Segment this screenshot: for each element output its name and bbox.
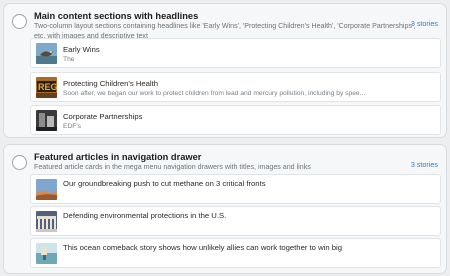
regulation-sign-photo-icon: REG (36, 77, 57, 98)
section-card-featured-articles[interactable]: Featured articles in navigation drawer F… (3, 144, 447, 274)
story-title: Protecting Children's Health (63, 79, 159, 88)
section-title: Main content sections with headlines (34, 11, 199, 21)
story-item[interactable]: REG Protecting Children's Health Soon af… (30, 72, 441, 102)
section-card-main-content[interactable]: Main content sections with headlines Two… (3, 3, 447, 138)
story-count-badge[interactable]: 3 stories (411, 19, 438, 28)
section-title: Featured articles in navigation drawer (34, 152, 202, 162)
section-select-radio[interactable] (12, 14, 27, 29)
story-item[interactable]: This ocean comeback story shows how unli… (30, 238, 441, 268)
story-subtitle: EDF's (63, 123, 81, 130)
section-select-radio[interactable] (12, 155, 27, 170)
ocean-photo-icon (36, 243, 57, 264)
capitol-photo-icon (36, 211, 57, 232)
story-title: Defending environmental protections in t… (63, 211, 227, 220)
story-title: Our groundbreaking push to cut methane o… (63, 179, 266, 188)
building-photo-icon (36, 110, 57, 131)
story-subtitle: Soon after, we began our work to protect… (63, 90, 366, 97)
story-item[interactable]: Corporate Partnerships EDF's (30, 105, 441, 135)
sky-photo-icon (36, 179, 57, 200)
section-description: Featured article cards in the mega menu … (34, 163, 311, 171)
story-title: Early Wins (63, 45, 100, 54)
story-count-badge[interactable]: 3 stories (411, 160, 438, 169)
story-title: This ocean comeback story shows how unli… (63, 243, 343, 252)
story-item[interactable]: Early Wins The (30, 38, 441, 68)
story-item[interactable]: Our groundbreaking push to cut methane o… (30, 174, 441, 204)
svg-text:REG: REG (38, 82, 57, 92)
bird-photo-icon (36, 43, 57, 64)
story-title: Corporate Partnerships (63, 112, 143, 121)
story-item[interactable]: Defending environmental protections in t… (30, 206, 441, 236)
story-subtitle: The (63, 56, 75, 63)
